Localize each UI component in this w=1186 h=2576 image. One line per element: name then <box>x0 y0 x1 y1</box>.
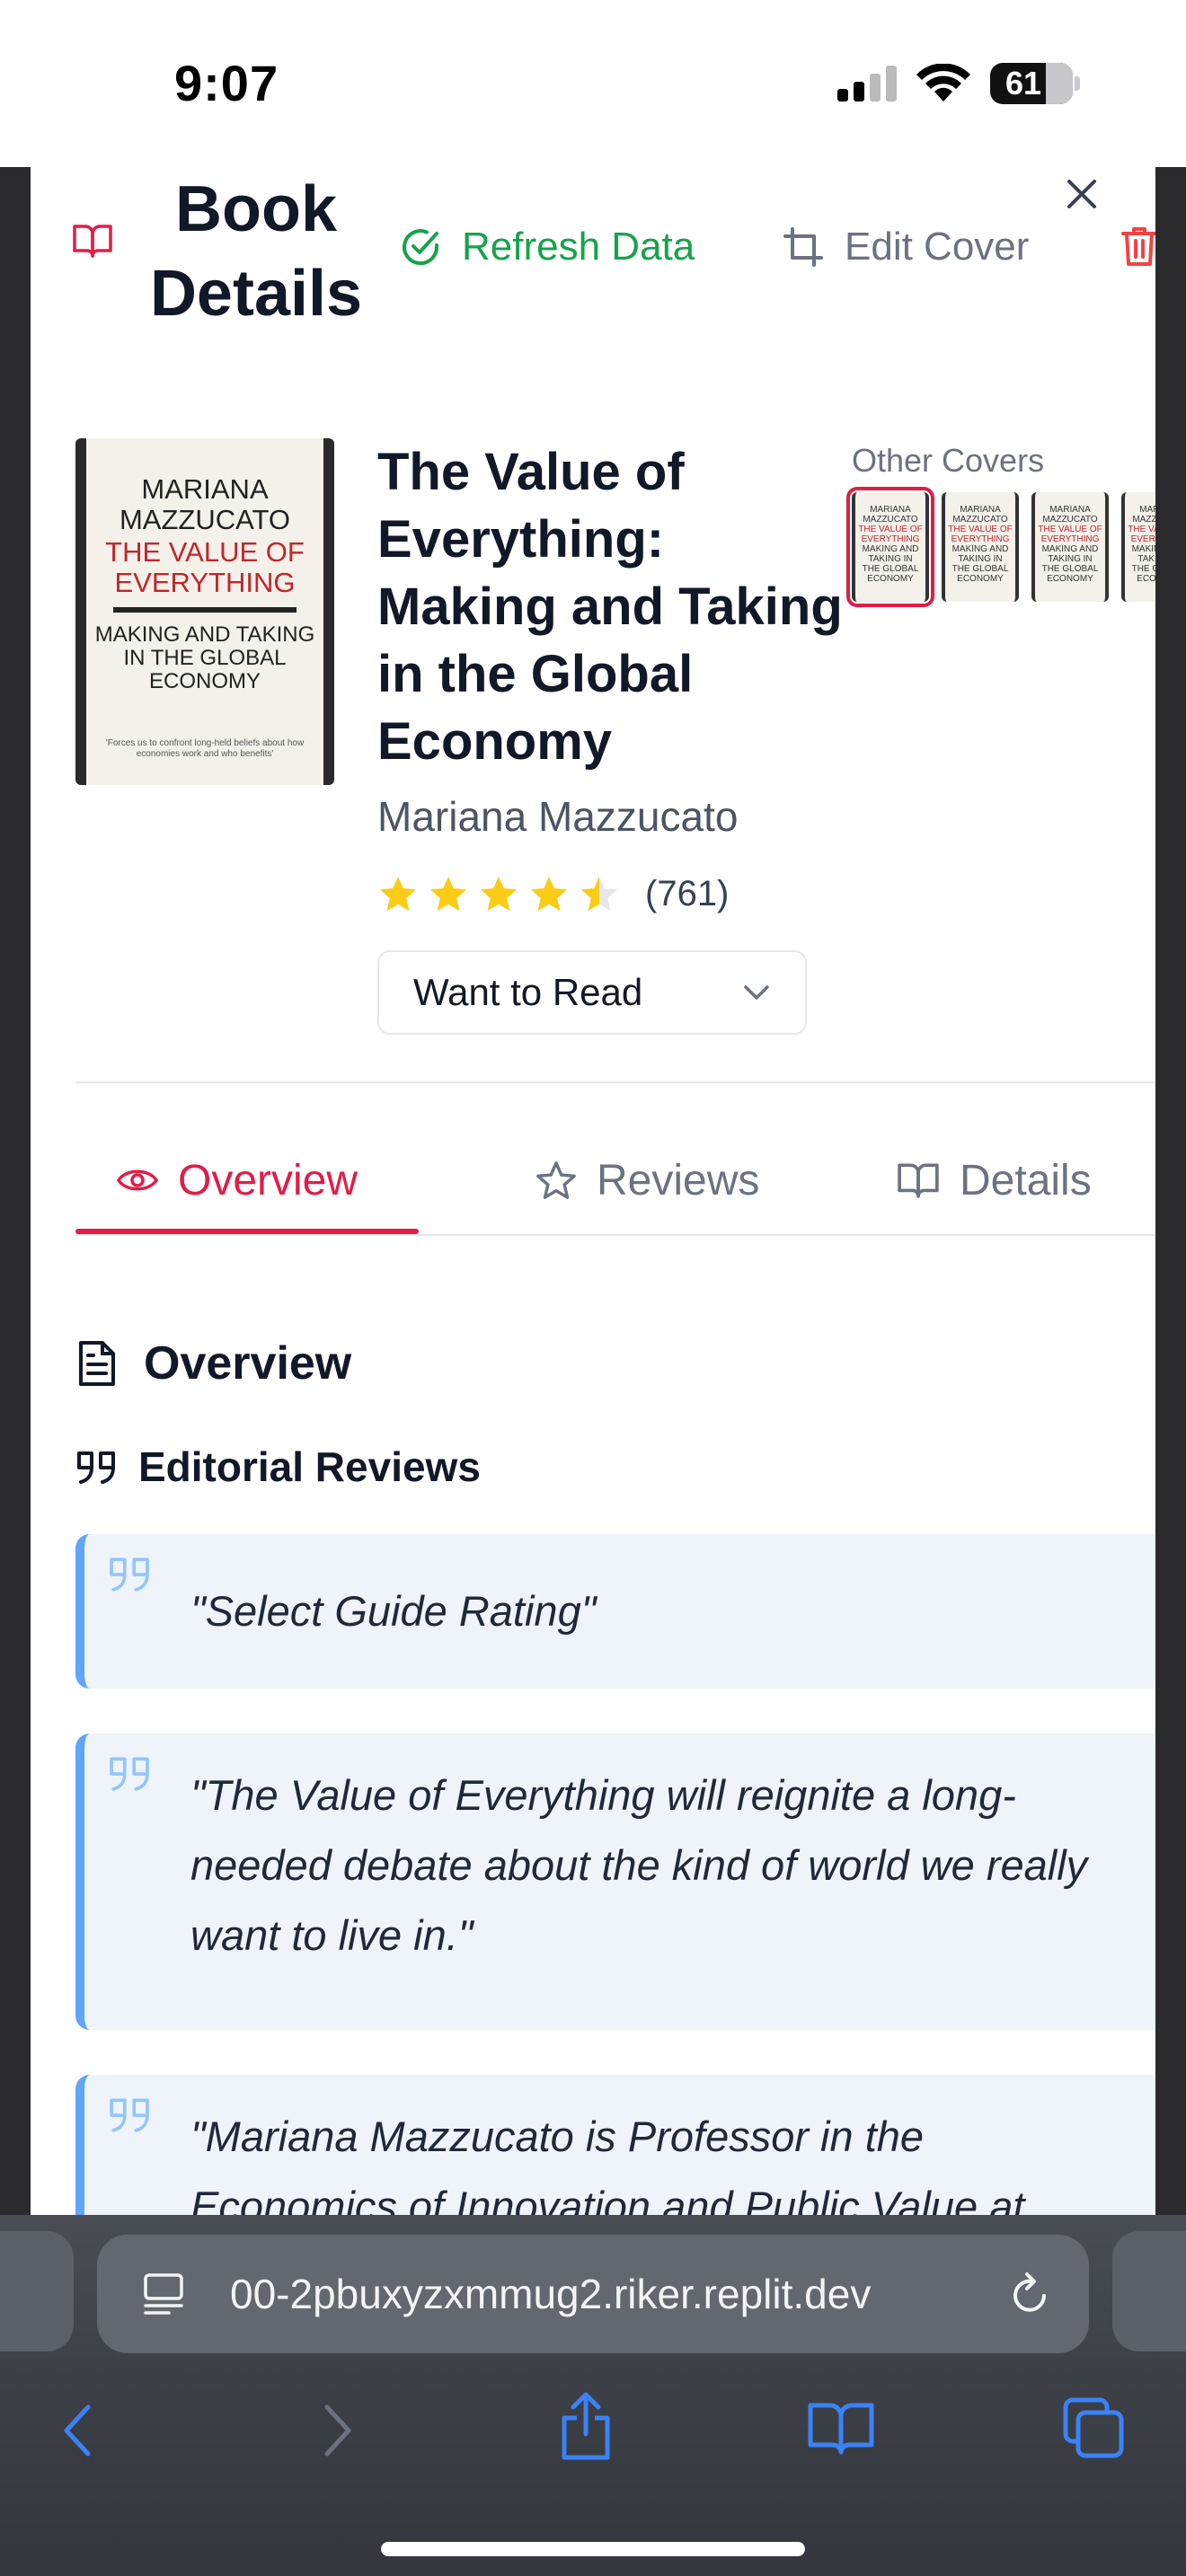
star-icon <box>429 876 467 912</box>
editorial-review-text: "Select Guide Rating" <box>190 1587 597 1635</box>
other-covers-label: Other Covers <box>852 442 1045 479</box>
rating-count: (761) <box>645 873 730 913</box>
cover-quote: 'Forces us to confront long-held beliefs… <box>105 738 305 759</box>
book-details-sheet: Book Details Refresh Data Edit Cover MAR… <box>31 167 1155 2215</box>
star-outline-icon <box>536 1161 576 1199</box>
delete-button[interactable] <box>1120 225 1155 272</box>
quote-icon <box>110 1757 149 1791</box>
editorial-reviews-label: Editorial Reviews <box>138 1443 481 1490</box>
star-icon <box>379 876 417 912</box>
quote-icon <box>110 1557 149 1592</box>
status-bar: 9:07 61 <box>0 0 1186 167</box>
trash-icon <box>1121 227 1155 266</box>
crop-icon <box>783 227 823 267</box>
reading-status-value: Want to Read <box>413 971 643 1013</box>
bookmarks-icon[interactable] <box>807 2400 875 2456</box>
half-star-icon <box>580 876 618 912</box>
reading-status-select[interactable]: Want to Read <box>377 950 807 1035</box>
cover-thumbnail[interactable]: MARIANAMAZZUCATOTHE VALUE OFEVERYTHINGMA… <box>846 487 934 607</box>
page-menu-icon <box>144 2273 183 2315</box>
previous-tab-pill[interactable] <box>0 2231 74 2351</box>
other-covers-list: MARIANA MAZZUCATO THE VALUE OF EVERYTHING MA… <box>846 487 1155 607</box>
tab-reviews-label: Reviews <box>597 1156 760 1204</box>
overview-heading-label: Overview <box>144 1337 352 1389</box>
sheet-header: Book Details Refresh Data Edit Cover <box>31 167 1155 347</box>
quote-icon <box>77 1451 115 1484</box>
home-indicator <box>381 2542 805 2556</box>
section-divider <box>75 1081 1155 1083</box>
editorial-review-text: "The Value of Everything will reignite a… <box>190 1771 1088 1959</box>
reload-icon[interactable] <box>1008 2271 1053 2317</box>
editorial-review-card: "Select Guide Rating" <box>75 1534 1155 1689</box>
browser-nav-row <box>0 2389 1186 2497</box>
cover-thumbnail[interactable]: MARIANAMAZZUCATOTHE VALUE OFEVERYTHINGMA… <box>1031 492 1109 602</box>
refresh-data-button[interactable]: Refresh Data <box>399 225 695 269</box>
detail-tabs: Overview Reviews Details <box>75 1128 1155 1236</box>
cover-title: THE VALUE OF EVERYTHING <box>105 536 305 598</box>
check-circle-icon <box>403 229 439 266</box>
tabs-icon[interactable] <box>1062 2396 1125 2459</box>
tab-details[interactable]: Details <box>897 1128 1092 1232</box>
next-tab-pill[interactable] <box>1112 2231 1186 2351</box>
url-text: 00-2pbuxyzxmmug2.riker.replit.dev <box>230 2271 872 2317</box>
status-time: 9:07 <box>174 55 279 111</box>
editorial-review-card: "Mariana Mazzucato is Professor in the E… <box>75 2075 1155 2215</box>
edit-cover-button[interactable]: Edit Cover <box>783 225 1029 269</box>
tab-overview[interactable]: Overview <box>117 1128 358 1232</box>
cover-rule <box>113 607 296 613</box>
cover-thumbnail[interactable]: MARIANAMAZZUCATOTHE VALUE OFEVERYTHINGMA… <box>942 492 1019 602</box>
cover-subtitle: MAKING AND TAKING IN THE GLOBAL ECONOMY <box>94 622 315 693</box>
browser-toolbar: 00-2pbuxyzxmmug2.riker.replit.dev <box>0 2215 1186 2576</box>
battery-icon: 61 <box>990 63 1073 104</box>
wifi-icon <box>916 64 970 101</box>
book-title: The Value of Everything: Making and Taki… <box>377 443 843 771</box>
page-title: Book Details <box>149 173 363 330</box>
cover-author: MARIANA MAZZUCATO <box>119 473 290 535</box>
address-bar[interactable]: 00-2pbuxyzxmmug2.riker.replit.dev <box>97 2235 1089 2353</box>
book-cover-image[interactable]: MARIANA MAZZUCATO THE VALUE OF EVERYTHIN… <box>75 438 334 785</box>
share-icon[interactable] <box>559 2391 613 2461</box>
quote-icon <box>110 2098 149 2132</box>
battery-nub <box>1075 76 1080 91</box>
overview-heading: Overview <box>77 1337 351 1390</box>
eye-icon <box>117 1169 158 1191</box>
chevron-down-icon <box>744 985 769 1000</box>
editorial-review-text: "Mariana Mazzucato is Professor in the E… <box>190 2113 1025 2215</box>
editorial-review-card: "The Value of Everything will reignite a… <box>75 1734 1155 2030</box>
status-icons: 61 <box>837 63 1080 104</box>
edit-cover-label: Edit Cover <box>845 225 1030 269</box>
star-icon <box>480 876 518 912</box>
star-rating: (761) <box>377 873 729 914</box>
active-tab-indicator <box>75 1229 419 1234</box>
tab-details-label: Details <box>960 1156 1092 1204</box>
cover-thumbnail[interactable]: MARIANAMAZZUCATOTHE VALUE OFEVERYTHINGMA… <box>1121 492 1155 602</box>
tab-overview-label: Overview <box>178 1156 358 1204</box>
book-open-icon <box>898 1163 939 1198</box>
document-icon <box>79 1341 115 1386</box>
forward-icon[interactable] <box>320 2402 356 2459</box>
book-author[interactable]: Mariana Mazzucato <box>377 792 738 841</box>
editorial-reviews-heading: Editorial Reviews <box>77 1442 481 1491</box>
tab-reviews[interactable]: Reviews <box>535 1128 759 1232</box>
refresh-data-label: Refresh Data <box>462 225 695 269</box>
star-icon <box>530 876 568 912</box>
book-open-icon <box>73 225 112 258</box>
cellular-signal-icon <box>837 66 897 101</box>
back-icon[interactable] <box>59 2402 95 2459</box>
